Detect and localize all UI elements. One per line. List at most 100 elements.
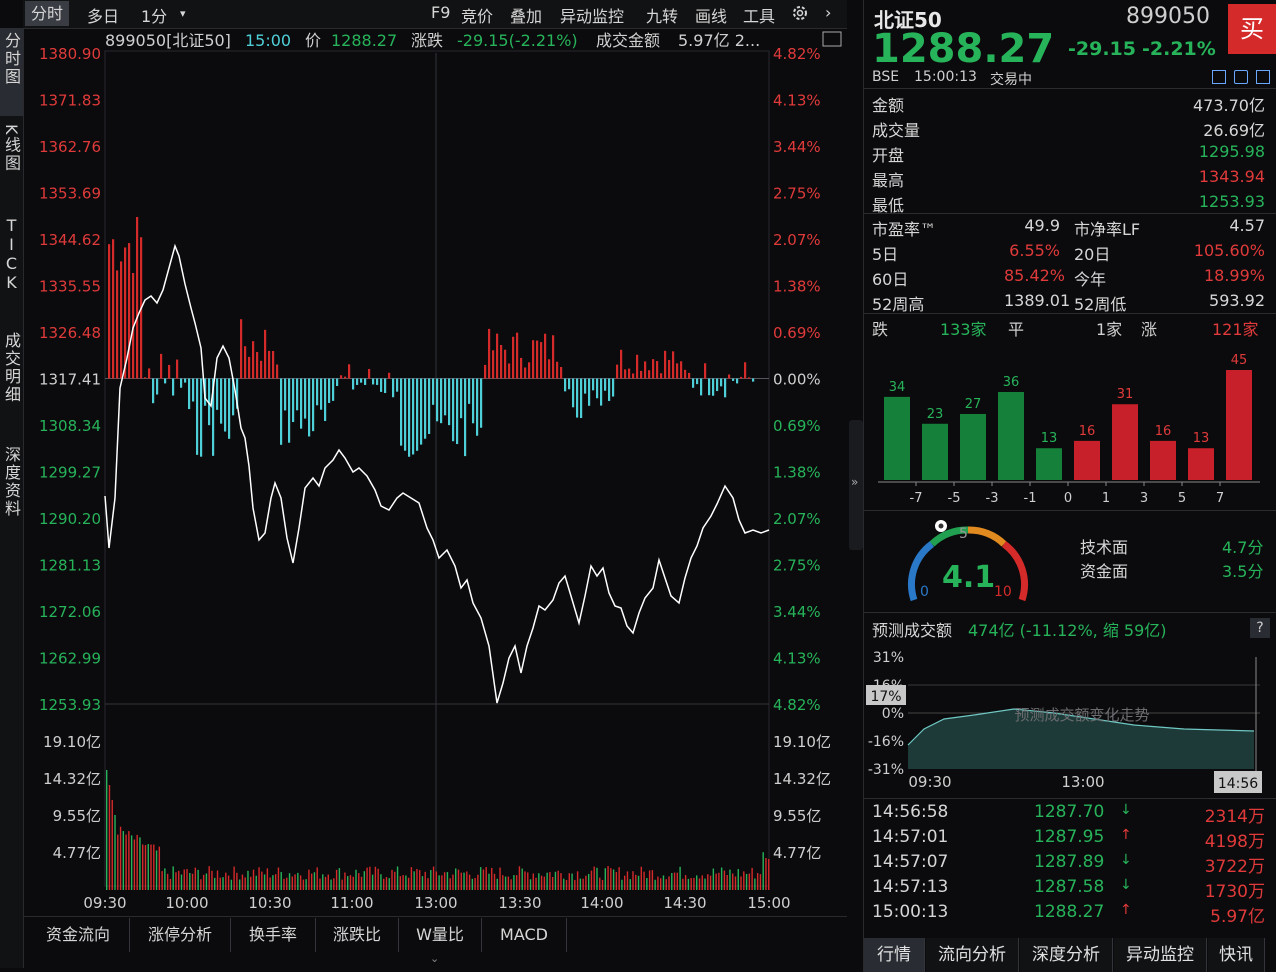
- toolbar-bid[interactable]: 竞价: [461, 3, 493, 27]
- forecast-current-value: 17%: [870, 689, 901, 705]
- tab-kline-chart[interactable]: K线图: [0, 120, 23, 208]
- period-tab-1min[interactable]: 1分: [141, 3, 167, 27]
- right-tab[interactable]: 异动监控: [1114, 938, 1207, 972]
- toolbar-f9[interactable]: F9: [431, 3, 450, 22]
- fund-flow-bar: [200, 378, 203, 457]
- gear-icon[interactable]: [790, 3, 810, 27]
- volume-bar: [413, 871, 415, 890]
- fund-flow-bar: [304, 378, 307, 419]
- volume-bar: [360, 876, 363, 890]
- bottom-tab-advance-decline[interactable]: 涨跌比: [316, 918, 399, 952]
- toolbar-tools[interactable]: 工具: [743, 3, 775, 27]
- fund-flow-bar: [148, 368, 151, 379]
- pct-axis-label: 2.07%: [773, 510, 821, 528]
- volume-bar: [646, 877, 648, 890]
- right-tab[interactable]: 行情: [864, 938, 925, 972]
- volume-bar: [734, 876, 737, 890]
- fund-flow-bar: [708, 378, 711, 396]
- volume-bar: [125, 834, 127, 890]
- panel-collapse-handle[interactable]: »: [849, 420, 863, 550]
- buy-button[interactable]: 买: [1228, 4, 1276, 54]
- price-axis-label: 1353.69: [39, 185, 101, 203]
- fund-flow-bar: [320, 378, 323, 410]
- volume-bar: [363, 871, 366, 890]
- pct-axis-label: 0.00%: [773, 371, 821, 389]
- volume-bar: [396, 866, 399, 890]
- volume-bar: [324, 876, 327, 890]
- volume-bar: [244, 877, 246, 890]
- stat-label: 最高: [872, 171, 905, 190]
- tick-time: 14:57:01: [872, 827, 949, 847]
- fund-flow-bar: [648, 370, 651, 379]
- fund-flow-bar: [276, 364, 279, 379]
- toolbar-draw-line[interactable]: 画线: [695, 3, 727, 27]
- bottom-tab-macd[interactable]: MACD: [482, 918, 567, 952]
- fund-flow-bar: [584, 378, 587, 394]
- volume-bar: [610, 868, 612, 890]
- distribution-bar: [960, 414, 986, 480]
- volume-bar: [266, 868, 269, 890]
- bottom-tab-volume-ratio[interactable]: W量比: [399, 918, 482, 952]
- stat-label: 今年: [1074, 270, 1107, 289]
- volume-bar: [308, 869, 310, 890]
- volume-bar: [150, 844, 152, 890]
- right-tab[interactable]: 深度分析: [1020, 938, 1113, 972]
- tab-trade-detail[interactable]: 成交明细: [0, 328, 23, 438]
- volume-bar: [136, 834, 138, 890]
- fund-flow-bar: [344, 376, 347, 379]
- distribution-value-label: 27: [965, 397, 982, 412]
- volume-bar: [391, 869, 393, 890]
- edit-icon[interactable]: [1212, 70, 1226, 84]
- expand-icon[interactable]: [1256, 70, 1270, 84]
- fund-flow-bar: [636, 354, 639, 379]
- fund-flow-bar: [176, 359, 179, 379]
- toolbar-overlay[interactable]: 叠加: [510, 3, 542, 27]
- tick-time: 14:56:58: [872, 802, 949, 822]
- bottom-tab-fund-flow[interactable]: 资金流向: [27, 918, 130, 952]
- volume-bar: [482, 869, 485, 890]
- volume-bar: [288, 873, 291, 890]
- fund-flow-bar: [256, 351, 259, 379]
- fund-flow-bar: [380, 378, 383, 392]
- toolbar-nine-turn[interactable]: 九转: [646, 3, 678, 27]
- volume-bar: [299, 875, 302, 890]
- volume-bar: [743, 871, 745, 890]
- right-tab[interactable]: 快讯: [1208, 938, 1265, 972]
- volume-bar: [612, 869, 615, 890]
- fund-flow-bar: [704, 363, 707, 379]
- volume-bar: [255, 875, 257, 890]
- intraday-chart[interactable]: 1380.90 4.82% 1371.83 4.13% 1362.76 3.44% 1353…: [23, 28, 847, 918]
- fund-flow-bar: [260, 360, 263, 379]
- forecast-y-label: 0%: [882, 706, 904, 722]
- period-tab-intraday[interactable]: 分时: [25, 1, 70, 26]
- stat-value: 473.70亿: [1193, 96, 1265, 115]
- help-icon[interactable]: ?: [1250, 618, 1270, 638]
- volume-bar: [629, 879, 631, 890]
- fund-flow-bar: [740, 376, 743, 379]
- window-icon[interactable]: [1234, 70, 1248, 84]
- fund-flow-bar: [508, 363, 511, 379]
- stat-label: 最低: [872, 196, 905, 215]
- chevron-right-icon[interactable]: ›: [825, 3, 831, 22]
- bottom-tab-turnover[interactable]: 换手率: [231, 918, 316, 952]
- toolbar-anomaly-monitor[interactable]: 异动监控: [560, 3, 624, 27]
- price-axis-label: 1308.34: [39, 417, 101, 435]
- volume-bar: [355, 869, 357, 890]
- double-chevron-down-icon[interactable]: ⌄: [430, 952, 439, 965]
- tab-depth-info[interactable]: 深度资料: [0, 442, 23, 552]
- tab-timeshare-chart[interactable]: 分时图: [0, 28, 23, 116]
- fund-flow-bar: [444, 378, 447, 416]
- fund-flow-bar: [624, 369, 627, 379]
- distribution-tick-label: -5: [948, 491, 961, 506]
- forecast-y-label: -16%: [868, 734, 904, 750]
- bottom-tab-limit-up[interactable]: 涨停分析: [130, 918, 231, 952]
- tab-tick[interactable]: TICK: [0, 212, 23, 322]
- forecast-x-label: 13:00: [1061, 773, 1104, 791]
- volume-bar: [366, 867, 368, 890]
- period-tab-multiday[interactable]: 多日: [87, 3, 119, 27]
- right-tab[interactable]: 流向分析: [926, 938, 1019, 972]
- triangle-down-icon[interactable]: ▾: [180, 7, 186, 20]
- volume-axis-label: 9.55亿: [53, 807, 101, 825]
- volume-bar: [258, 867, 260, 890]
- volume-bar: [452, 874, 454, 890]
